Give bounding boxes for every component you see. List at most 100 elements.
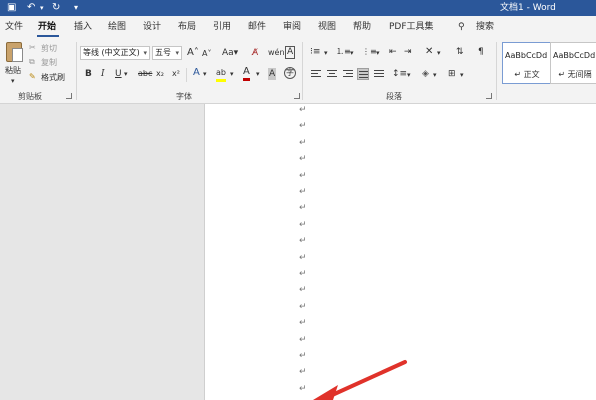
style-sample: AaBbCcDd: [553, 51, 596, 60]
clipboard-launcher-icon[interactable]: [66, 93, 72, 99]
phonetic-guide-icon[interactable]: wén: [268, 47, 285, 59]
increase-indent-icon[interactable]: ⇥: [404, 46, 412, 58]
group-divider: [496, 42, 497, 100]
ribbon-tabs: 文件 开始 插入 绘图 设计 布局 引用 邮件 审阅 视图 帮助 PDF工具集 …: [0, 16, 596, 38]
lightbulb-icon[interactable]: ⚲: [458, 20, 465, 34]
style-normal[interactable]: AaBbCcDd ↵ 正文: [502, 42, 552, 84]
shading-icon[interactable]: ◈: [422, 68, 429, 80]
customize-quick-access-icon[interactable]: ▾: [74, 1, 78, 15]
clipboard-group-label: 剪贴板: [18, 92, 42, 101]
chevron-down-icon: ▾: [143, 49, 147, 57]
divider: [186, 68, 187, 82]
clear-formatting-icon[interactable]: A̸: [252, 47, 258, 59]
sort-icon[interactable]: ⇅: [456, 46, 464, 58]
show-hide-marks-icon[interactable]: ¶: [478, 46, 484, 58]
tab-draw[interactable]: 绘图: [108, 20, 126, 34]
copy-icon: ⧉: [29, 57, 35, 66]
chinese-layout-icon[interactable]: ✕: [425, 46, 433, 58]
cut-button[interactable]: 剪切: [41, 43, 57, 54]
multilevel-list-icon[interactable]: ⋮≡: [362, 46, 377, 58]
scissors-icon: ✂: [29, 43, 36, 52]
bullets-dropdown-icon[interactable]: ▾: [324, 47, 328, 59]
bullets-icon[interactable]: ⁝≡: [310, 46, 320, 58]
tab-references[interactable]: 引用: [213, 20, 231, 34]
strikethrough-icon[interactable]: abc: [138, 68, 152, 80]
underline-icon[interactable]: U: [115, 68, 122, 80]
tab-pdf-tools[interactable]: PDF工具集: [389, 20, 434, 34]
change-case-icon[interactable]: Aa▾: [222, 47, 238, 59]
font-size-value: 五号: [155, 48, 171, 57]
arrow-head: [313, 385, 338, 400]
shading-dropdown-icon[interactable]: ▾: [433, 69, 437, 81]
format-painter-button[interactable]: 格式刷: [41, 72, 65, 83]
shrink-font-label: A: [202, 49, 208, 58]
decrease-indent-icon[interactable]: ⇤: [389, 46, 397, 58]
font-color-dropdown-icon[interactable]: ▾: [256, 68, 260, 80]
align-right-icon[interactable]: [342, 68, 354, 80]
style-name: ↵ 无间隔: [558, 70, 592, 79]
bold-icon[interactable]: B: [85, 68, 92, 80]
paragraph-group-label: 段落: [386, 92, 402, 101]
group-divider: [302, 42, 303, 100]
text-effects-icon[interactable]: A: [193, 67, 200, 79]
justify-icon[interactable]: [357, 68, 369, 80]
paragraph-launcher-icon[interactable]: [486, 93, 492, 99]
title-bar: ▣ ↶ ▾ ↻ ▾ 文档1 - Word: [0, 0, 596, 16]
annotation-arrow: [313, 360, 407, 400]
paste-icon[interactable]: [6, 42, 23, 62]
subscript-icon[interactable]: x₂: [156, 68, 164, 80]
active-tab-indicator: [37, 35, 59, 37]
highlight-dropdown-icon[interactable]: ▾: [230, 68, 234, 80]
font-size-select[interactable]: 五号 ▾: [152, 46, 182, 60]
undo-icon[interactable]: ↶: [27, 1, 35, 15]
tab-design[interactable]: 设计: [143, 20, 161, 34]
shrink-font-icon[interactable]: A˅: [202, 48, 211, 60]
change-case-label: Aa: [222, 48, 234, 58]
ribbon: 粘贴 ▾ ✂ 剪切 ⧉ 复制 ✎ 格式刷 剪贴板 等线 (中文正文) ▾ 五号 …: [0, 38, 596, 104]
enclose-characters-icon[interactable]: 字: [284, 67, 296, 79]
tab-layout[interactable]: 布局: [178, 20, 196, 34]
tab-insert[interactable]: 插入: [74, 20, 92, 34]
font-launcher-icon[interactable]: [294, 93, 300, 99]
font-color-icon[interactable]: A: [243, 66, 250, 81]
style-sample: AaBbCcDd: [505, 51, 548, 60]
text-effects-dropdown-icon[interactable]: ▾: [203, 68, 207, 80]
arrow-shaft: [328, 360, 407, 398]
format-painter-icon: ✎: [29, 72, 36, 81]
grow-font-icon[interactable]: A˄: [187, 47, 199, 59]
align-left-icon[interactable]: [310, 68, 322, 80]
save-icon[interactable]: ▣: [7, 1, 16, 15]
document-area[interactable]: ↵ ↵ ↵ ↵ ↵ ↵ ↵ ↵ ↵ ↵ ↵ ↵ ↵ ↵ ↵ ↵ ↵ ↵: [0, 104, 596, 400]
align-center-icon[interactable]: [326, 68, 338, 80]
superscript-icon[interactable]: x²: [172, 68, 180, 80]
font-name-select[interactable]: 等线 (中文正文) ▾: [80, 46, 150, 60]
paste-dropdown-icon[interactable]: ▾: [11, 77, 15, 85]
tab-file[interactable]: 文件: [5, 20, 23, 34]
copy-button[interactable]: 复制: [41, 57, 57, 68]
numbering-dropdown-icon[interactable]: ▾: [350, 47, 354, 59]
chinese-layout-dropdown-icon[interactable]: ▾: [437, 47, 441, 59]
underline-dropdown-icon[interactable]: ▾: [124, 68, 128, 80]
tab-home[interactable]: 开始: [38, 20, 56, 34]
character-shading-icon[interactable]: A: [268, 68, 277, 80]
character-border-icon[interactable]: A: [285, 46, 296, 59]
undo-dropdown-icon[interactable]: ▾: [40, 1, 44, 15]
style-no-spacing[interactable]: AaBbCcDd ↵ 无间隔: [550, 42, 596, 84]
tab-view[interactable]: 视图: [318, 20, 336, 34]
borders-dropdown-icon[interactable]: ▾: [460, 69, 464, 81]
paste-button[interactable]: 粘贴: [5, 65, 21, 76]
italic-icon[interactable]: I: [101, 68, 105, 80]
highlight-icon[interactable]: ab: [216, 67, 226, 82]
tab-help[interactable]: 帮助: [353, 20, 371, 34]
borders-icon[interactable]: ⊞: [448, 68, 456, 80]
chevron-down-icon: ▾: [175, 49, 179, 57]
tab-mailings[interactable]: 邮件: [248, 20, 266, 34]
search-label[interactable]: 搜索: [476, 20, 494, 34]
numbering-icon[interactable]: ⒈≡: [336, 46, 351, 58]
line-spacing-icon[interactable]: ↕≡: [392, 68, 407, 80]
tab-review[interactable]: 审阅: [283, 20, 301, 34]
multilevel-list-dropdown-icon[interactable]: ▾: [376, 47, 380, 59]
distributed-icon[interactable]: [373, 68, 385, 80]
redo-icon[interactable]: ↻: [52, 1, 60, 15]
line-spacing-dropdown-icon[interactable]: ▾: [407, 69, 411, 81]
